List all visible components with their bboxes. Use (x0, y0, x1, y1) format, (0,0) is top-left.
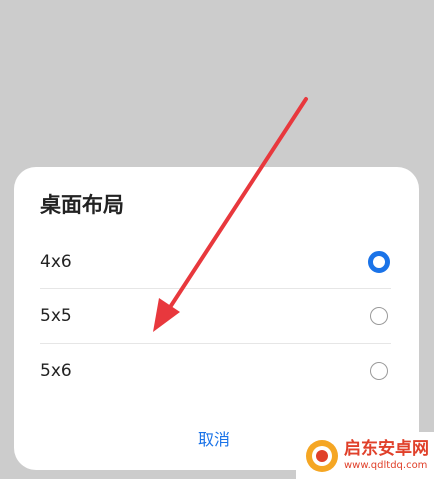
option-5x5[interactable]: 5x5 (40, 289, 391, 343)
option-label: 5x6 (40, 361, 72, 381)
watermark: 启东安卓网 www.qdltdq.com (296, 432, 434, 479)
dialog-title: 桌面布局 (40, 193, 124, 217)
watermark-text: 启东安卓网 www.qdltdq.com (344, 438, 429, 471)
radio-selected-icon[interactable] (368, 251, 390, 273)
watermark-logo-icon (306, 439, 338, 472)
radio-unselected-icon[interactable] (370, 362, 388, 380)
option-5x6[interactable]: 5x6 (40, 344, 391, 398)
option-4x6[interactable]: 4x6 (40, 235, 391, 289)
option-label: 4x6 (40, 252, 72, 272)
watermark-title: 启东安卓网 (344, 438, 429, 459)
option-label: 5x5 (40, 306, 72, 326)
layout-dialog: 桌面布局 4x6 5x5 5x6 取消 (14, 167, 419, 470)
watermark-url: www.qdltdq.com (344, 459, 428, 471)
radio-unselected-icon[interactable] (370, 307, 388, 325)
cancel-button[interactable]: 取消 (159, 422, 269, 454)
